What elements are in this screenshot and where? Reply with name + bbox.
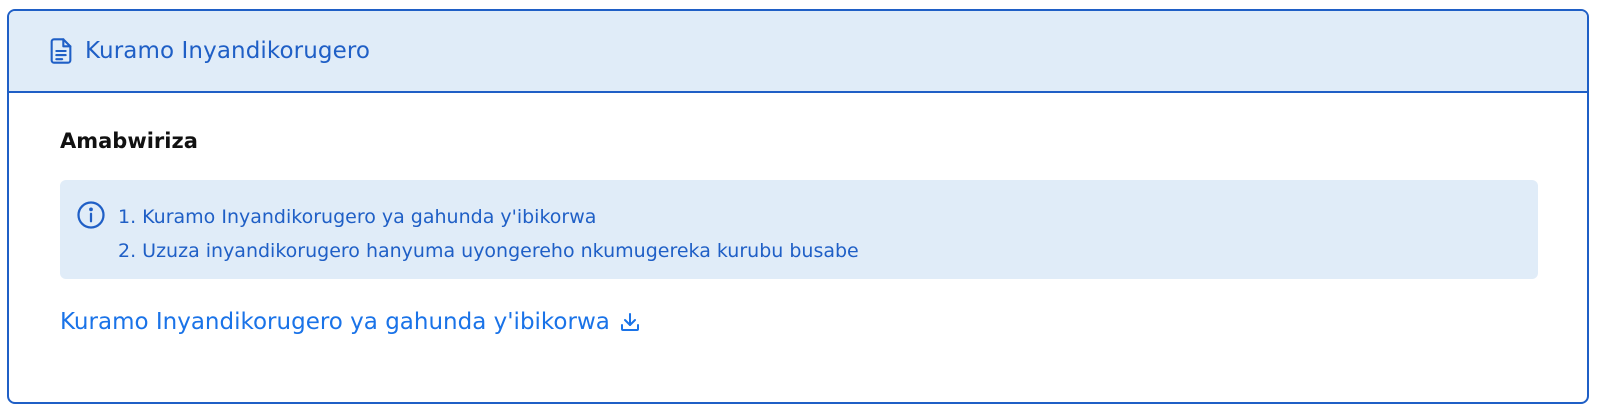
- card-title: Kuramo Inyandikorugero: [85, 38, 371, 64]
- document-icon: [47, 37, 75, 65]
- info-icon: [76, 200, 106, 230]
- instructions-list: 1. Kuramo Inyandikorugero ya gahunda y'i…: [118, 200, 859, 279]
- download-template-link[interactable]: Kuramo Inyandikorugero ya gahunda y'ibik…: [60, 309, 642, 335]
- instructions-info-box: 1. Kuramo Inyandikorugero ya gahunda y'i…: [60, 180, 1538, 279]
- instructions-heading: Amabwiriza: [60, 129, 198, 153]
- download-link-label: Kuramo Inyandikorugero ya gahunda y'ibik…: [60, 309, 610, 335]
- instruction-item: 1. Kuramo Inyandikorugero ya gahunda y'i…: [118, 206, 597, 228]
- download-icon: [618, 310, 642, 334]
- card-header: Kuramo Inyandikorugero: [9, 11, 1587, 93]
- card-body: Amabwiriza 1. Kuramo Inyandikorugero ya …: [9, 93, 1587, 335]
- template-download-card: Kuramo Inyandikorugero Amabwiriza 1. Kur…: [7, 9, 1589, 404]
- instruction-item: 2. Uzuza inyandikorugero hanyuma uyonger…: [118, 240, 859, 262]
